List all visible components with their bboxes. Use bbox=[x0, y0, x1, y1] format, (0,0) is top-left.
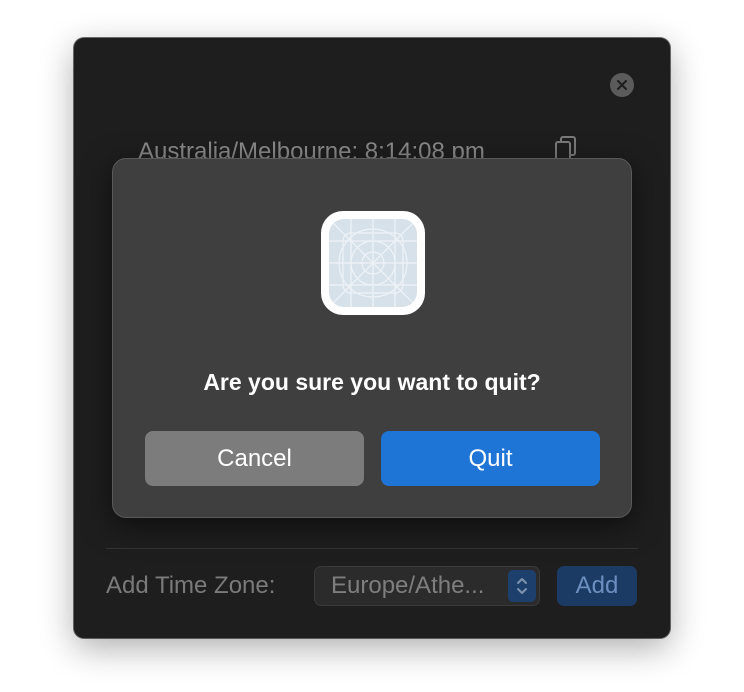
app-placeholder-icon bbox=[321, 211, 425, 315]
dialog-message: Are you sure you want to quit? bbox=[203, 369, 541, 395]
close-button[interactable] bbox=[610, 73, 634, 97]
icon-grid-graphic bbox=[329, 219, 417, 307]
cancel-button[interactable]: Cancel bbox=[145, 431, 364, 486]
add-timezone-button[interactable]: Add bbox=[557, 566, 637, 606]
timezone-select[interactable]: Europe/Athe... bbox=[314, 566, 540, 606]
select-stepper[interactable] bbox=[508, 570, 536, 602]
quit-confirmation-dialog: Are you sure you want to quit? Cancel Qu… bbox=[112, 158, 632, 518]
chevron-up-down-icon bbox=[517, 578, 527, 594]
close-icon bbox=[617, 80, 627, 90]
timezone-select-value: Europe/Athe... bbox=[331, 572, 485, 599]
quit-button[interactable]: Quit bbox=[381, 431, 600, 486]
add-timezone-label: Add Time Zone: bbox=[106, 572, 276, 599]
divider bbox=[106, 548, 638, 549]
